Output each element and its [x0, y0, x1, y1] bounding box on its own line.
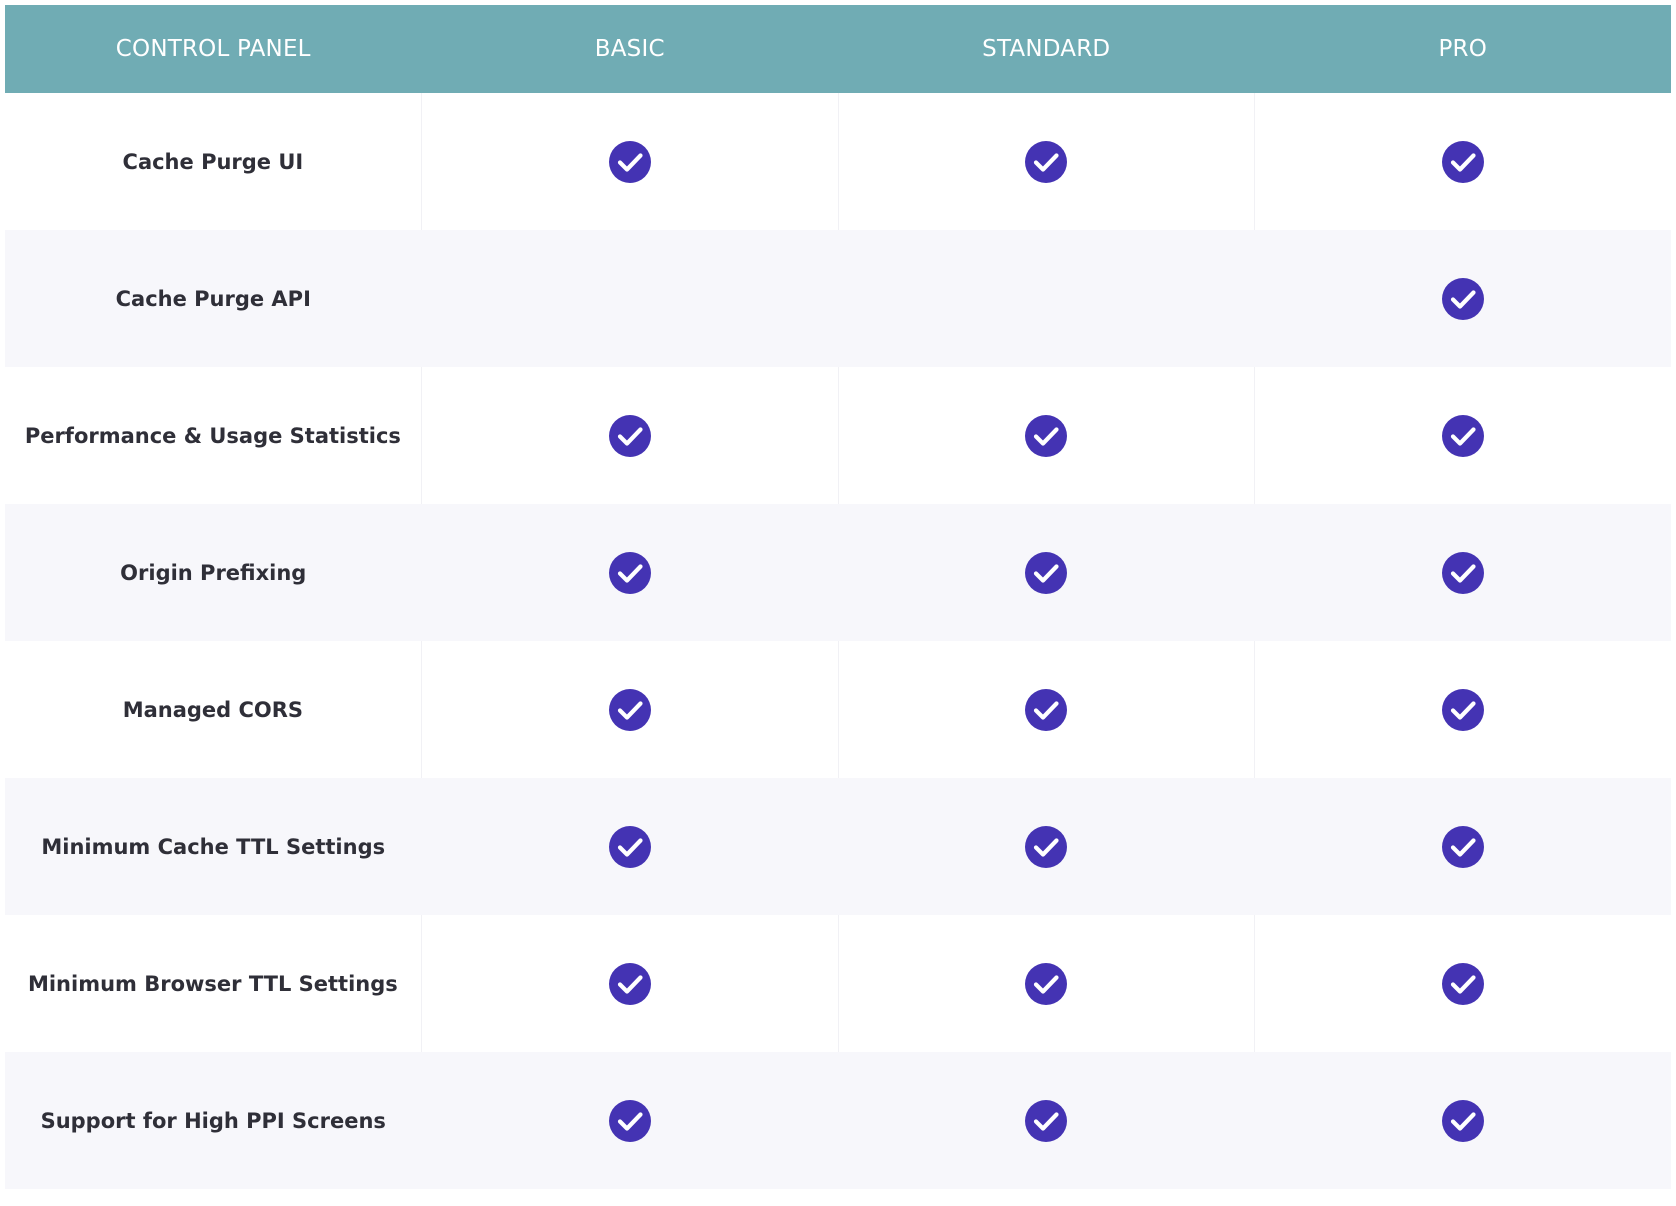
- plan-cell-pro: [1254, 93, 1671, 230]
- feature-cell: Managed CORS: [5, 641, 421, 778]
- comparison-table: CONTROL PANEL BASIC STANDARD PRO Cache P…: [5, 5, 1671, 1189]
- check-circle-icon: [1441, 277, 1484, 320]
- feature-cell: Minimum Cache TTL Settings: [5, 778, 422, 915]
- feature-cell: Cache Purge UI: [5, 93, 421, 230]
- plan-cell-basic: [422, 778, 839, 915]
- feature-cell: Cache Purge API: [5, 230, 422, 367]
- check-circle-icon: [1442, 414, 1485, 457]
- feature-cell: Performance & Usage Statistics: [5, 367, 421, 504]
- check-circle-icon: [1441, 825, 1484, 868]
- check-circle-icon: [608, 140, 651, 183]
- check-circle-icon: [1441, 551, 1484, 594]
- check-circle-icon: [1025, 825, 1068, 868]
- check-circle-icon: [1442, 962, 1485, 1005]
- check-circle-icon: [1025, 140, 1068, 183]
- feature-cell: Origin Prefixing: [5, 504, 422, 641]
- table-row: Origin Prefixing: [5, 504, 1671, 641]
- table-row: Cache Purge UI: [5, 93, 1671, 230]
- plan-cell-standard: [838, 1052, 1255, 1189]
- plan-cell-basic: [420, 367, 838, 504]
- header-control-panel: CONTROL PANEL: [115, 36, 311, 62]
- table-body: Cache Purge UI Cache Purge API Performance…: [5, 93, 1671, 1189]
- table-row: Cache Purge API: [5, 230, 1671, 367]
- plan-cell-pro: [1255, 504, 1672, 641]
- check-circle-icon: [1025, 688, 1068, 731]
- plan-cell-pro: [1255, 778, 1672, 915]
- check-circle-icon: [608, 414, 651, 457]
- plan-cell-pro: [1255, 1052, 1672, 1189]
- check-circle-icon: [1025, 551, 1068, 594]
- check-circle-icon: [1441, 1099, 1484, 1142]
- plan-cell-basic: [420, 641, 838, 778]
- check-circle-icon: [608, 1099, 651, 1142]
- table-row: Minimum Browser TTL Settings: [5, 915, 1671, 1052]
- check-circle-icon: [1025, 1099, 1068, 1142]
- feature-label: Cache Purge UI: [122, 149, 304, 174]
- feature-label: Minimum Cache TTL Settings: [41, 834, 386, 859]
- feature-cell: Support for High PPI Screens: [5, 1052, 422, 1189]
- check-circle-icon: [1442, 140, 1485, 183]
- feature-label: Managed CORS: [122, 697, 304, 722]
- plan-cell-standard: [837, 915, 1255, 1052]
- plan-cell-pro: [1254, 641, 1671, 778]
- header-pro: PRO: [1438, 36, 1488, 62]
- check-circle-icon: [608, 825, 651, 868]
- plan-cell-basic: [422, 504, 839, 641]
- plan-cell-standard: [837, 93, 1255, 230]
- check-circle-icon: [608, 551, 651, 594]
- plan-cell-basic: [420, 915, 838, 1052]
- plan-cell-standard: [838, 504, 1255, 641]
- table-row: Performance & Usage Statistics: [5, 367, 1671, 504]
- feature-label: Cache Purge API: [115, 286, 311, 311]
- feature-label: Minimum Browser TTL Settings: [27, 971, 398, 996]
- check-circle-icon: [1442, 688, 1485, 731]
- plan-cell-basic: [422, 1052, 839, 1189]
- feature-label: Support for High PPI Screens: [40, 1108, 386, 1133]
- table-row: Minimum Cache TTL Settings: [5, 778, 1671, 915]
- table-row: Managed CORS: [5, 641, 1671, 778]
- feature-cell: Minimum Browser TTL Settings: [5, 915, 421, 1052]
- plan-cell-pro: [1254, 367, 1671, 504]
- feature-label: Origin Prefixing: [120, 560, 307, 585]
- header-standard: STANDARD: [982, 36, 1111, 62]
- check-circle-icon: [1025, 414, 1068, 457]
- table-row: Support for High PPI Screens: [5, 1052, 1671, 1189]
- feature-label: Performance & Usage Statistics: [24, 423, 401, 448]
- plan-cell-standard: [837, 367, 1255, 504]
- plan-cell-standard: [837, 641, 1255, 778]
- plan-cell-pro: [1255, 230, 1672, 367]
- check-circle-icon: [608, 962, 651, 1005]
- plan-cell-standard: [838, 778, 1255, 915]
- plan-cell-basic: [420, 93, 838, 230]
- check-circle-icon: [608, 688, 651, 731]
- plan-cell-pro: [1254, 915, 1671, 1052]
- plan-cell-basic: [422, 230, 839, 367]
- check-circle-icon: [1025, 962, 1068, 1005]
- header-basic: BASIC: [594, 36, 665, 62]
- plan-cell-standard: [838, 230, 1255, 367]
- table-header: CONTROL PANEL BASIC STANDARD PRO: [5, 5, 1671, 93]
